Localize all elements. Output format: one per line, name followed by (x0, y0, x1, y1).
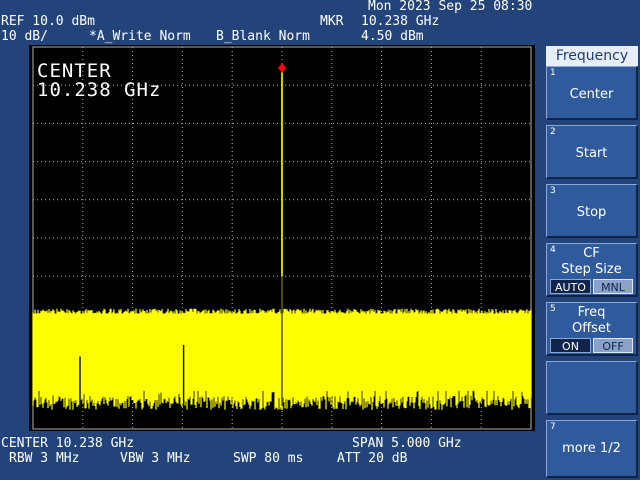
softkey-label-line1: CF (583, 246, 600, 261)
trace-a-mode: *A_Write Norm (89, 29, 191, 44)
ref-level: REF 10.0 dBm (1, 14, 95, 29)
auto-option[interactable]: AUTO (550, 279, 591, 294)
marker-label: MKR (320, 14, 344, 29)
marker-frequency: 10.238 GHz (361, 14, 440, 29)
sweep-time: SWP 80 ms (233, 451, 304, 466)
marker-level: 4.50 dBm (361, 29, 424, 44)
softkey-number: 2 (550, 127, 556, 137)
center-frequency: CENTER 10.238 GHz (1, 436, 135, 451)
datetime: Mon 2023 Sep 25 08:30 (368, 0, 533, 14)
center-annotation: CENTER 10.238 GHz (37, 62, 161, 100)
marker-diamond[interactable] (278, 63, 286, 74)
attenuation: ATT 20 dB (337, 451, 408, 466)
softkey-number: 7 (550, 422, 556, 432)
manual-option[interactable]: MNL (593, 279, 633, 294)
freq-offset-softkey[interactable]: 5 Freq Offset ON OFF (546, 302, 638, 356)
rbw: RBW 3 MHz (9, 451, 80, 466)
softkey-label: Stop (576, 205, 607, 220)
menu-title: Frequency (546, 46, 638, 66)
cf-step-size-softkey[interactable]: 4 CF Step Size AUTO MNL (546, 243, 638, 297)
softkey-label: Center (569, 87, 614, 102)
softkey-number: 3 (550, 186, 556, 196)
center-value: 10.238 GHz (37, 79, 162, 101)
off-option[interactable]: OFF (593, 338, 633, 353)
softkey-label-line2: Step Size (561, 262, 622, 277)
stop-softkey[interactable]: 3 Stop (546, 184, 638, 238)
start-softkey[interactable]: 2 Start (546, 125, 638, 179)
on-option[interactable]: ON (550, 338, 591, 353)
softkey-label-line1: Freq (577, 305, 606, 320)
scale: 10 dB/ (1, 29, 48, 44)
trace-b-mode: B_Blank Norm (216, 29, 310, 44)
trace-a (32, 68, 532, 410)
spectrum-display[interactable] (29, 45, 535, 431)
span: SPAN 5.000 GHz (352, 436, 462, 451)
softkey-label-line2: Offset (571, 321, 612, 336)
spectrum-plot (32, 46, 532, 430)
softkey-label: Start (575, 146, 608, 161)
more-softkey[interactable]: 7 more 1/2 (546, 420, 638, 478)
blank-softkey (546, 361, 638, 415)
softkey-number: 1 (550, 68, 556, 78)
softkey-label: more 1/2 (562, 441, 621, 456)
marker-layer (278, 63, 286, 74)
center-softkey[interactable]: 1 Center (546, 66, 638, 120)
vbw: VBW 3 MHz (120, 451, 191, 466)
